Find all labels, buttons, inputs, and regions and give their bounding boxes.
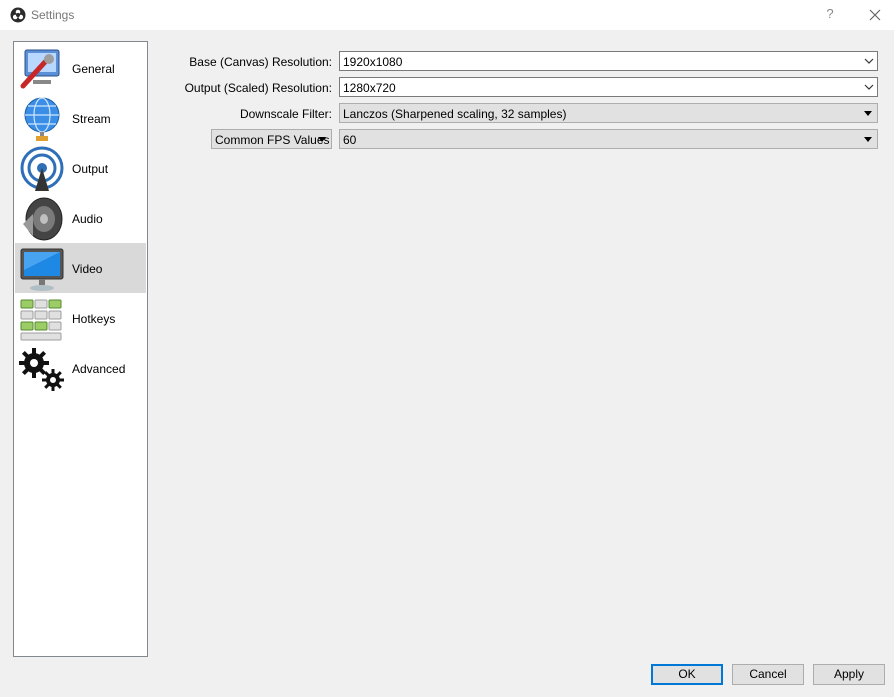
sidebar-item-audio[interactable]: Audio <box>15 193 146 243</box>
sidebar-item-label: Stream <box>72 112 111 126</box>
dropdown-arrow-icon <box>864 111 872 116</box>
title-bar: Settings ? <box>0 0 894 30</box>
close-icon[interactable] <box>866 6 884 24</box>
sidebar-item-video[interactable]: Video <box>15 243 146 293</box>
ok-button[interactable]: OK <box>651 664 723 685</box>
sidebar-item-label: Audio <box>72 212 103 226</box>
monitor-icon <box>20 248 64 291</box>
output-resolution-label: Output (Scaled) Resolution: <box>184 81 332 95</box>
fps-type-value: Common FPS Values <box>215 133 330 147</box>
output-resolution-combo[interactable]: 1280x720 <box>339 77 878 97</box>
dropdown-arrow-icon <box>864 137 872 142</box>
sidebar-item-hotkeys[interactable]: Hotkeys <box>15 293 146 343</box>
sidebar-item-advanced[interactable]: Advanced <box>15 343 146 393</box>
sidebar-item-general[interactable]: General <box>15 43 146 93</box>
speaker-icon <box>23 197 63 241</box>
downscale-filter-value: Lanczos (Sharpened scaling, 32 samples) <box>343 107 567 121</box>
window-title: Settings <box>31 8 75 22</box>
sidebar-item-label: Hotkeys <box>72 312 116 326</box>
sidebar-item-label: Output <box>72 162 109 176</box>
sidebar-item-label: Advanced <box>72 362 126 376</box>
dropdown-arrow-icon <box>318 137 326 142</box>
stream-icon <box>24 97 60 141</box>
apply-button[interactable]: Apply <box>813 664 885 685</box>
obs-logo-icon <box>10 7 26 23</box>
fps-value-select[interactable]: 60 <box>339 129 878 149</box>
chevron-down-icon <box>864 58 874 64</box>
general-icon <box>20 49 60 89</box>
output-icon <box>20 146 64 191</box>
keyboard-icon <box>20 299 62 341</box>
base-resolution-value: 1920x1080 <box>343 55 403 69</box>
chevron-down-icon <box>864 84 874 90</box>
base-resolution-combo[interactable]: 1920x1080 <box>339 51 878 71</box>
fps-type-select[interactable]: Common FPS Values <box>211 129 332 149</box>
downscale-filter-select[interactable]: Lanczos (Sharpened scaling, 32 samples) <box>339 103 878 123</box>
sidebar-item-label: Video <box>72 262 103 276</box>
base-resolution-label: Base (Canvas) Resolution: <box>189 55 332 69</box>
fps-value: 60 <box>343 133 357 147</box>
cancel-button[interactable]: Cancel <box>732 664 804 685</box>
sidebar-item-output[interactable]: Output <box>15 143 146 193</box>
gears-icon <box>19 348 64 391</box>
settings-sidebar: General Stream Output Audio Video Hotkey… <box>13 41 148 657</box>
sidebar-item-stream[interactable]: Stream <box>15 93 146 143</box>
help-button[interactable]: ? <box>823 6 837 21</box>
output-resolution-value: 1280x720 <box>343 81 396 95</box>
sidebar-item-label: General <box>72 62 115 76</box>
downscale-filter-label: Downscale Filter: <box>239 107 332 121</box>
